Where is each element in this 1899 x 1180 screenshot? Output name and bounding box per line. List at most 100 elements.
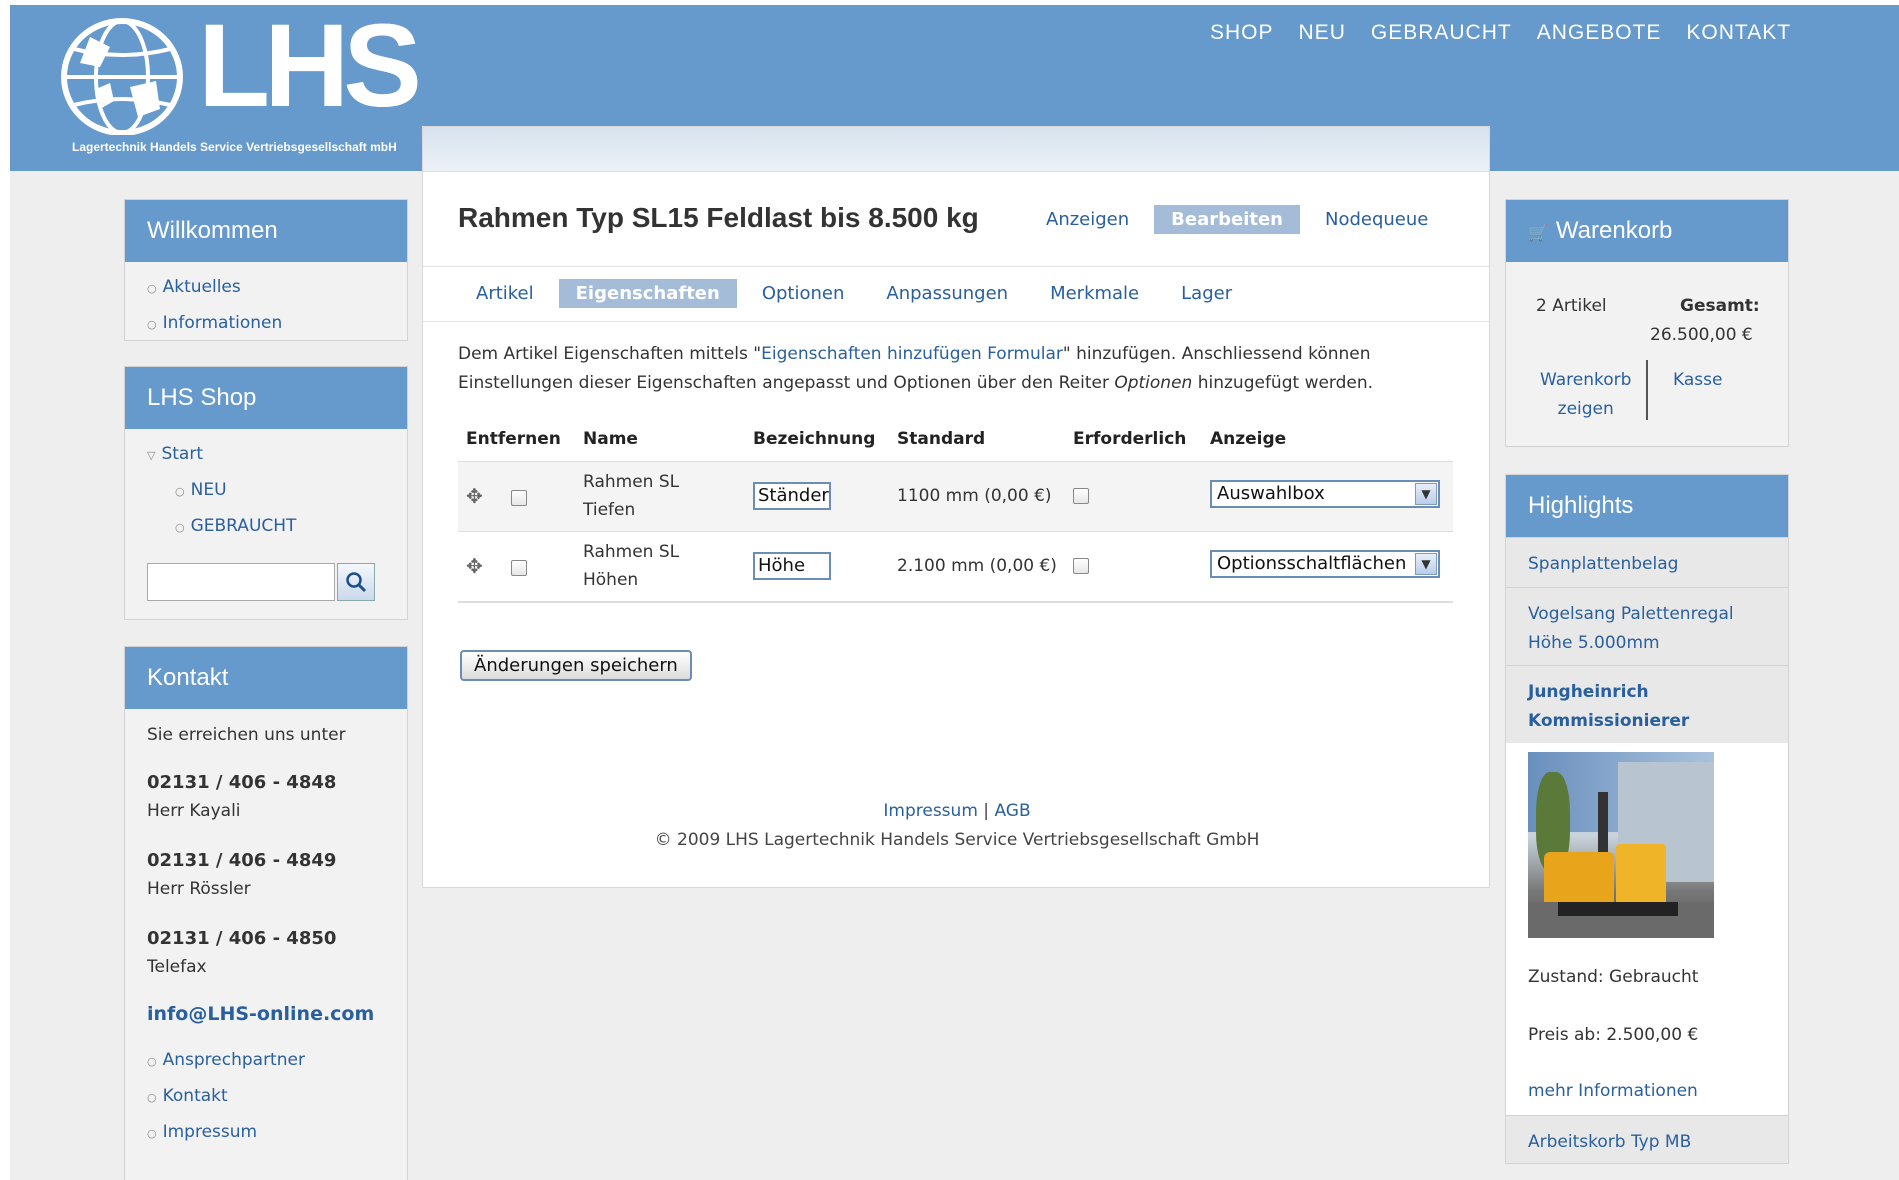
site-logo[interactable]: LHS Lagertechnik Handels Service Vertrie… <box>50 7 422 165</box>
link-impressum[interactable]: Impressum <box>163 1122 258 1142</box>
tab-anzeigen[interactable]: Anzeigen <box>1029 205 1146 234</box>
contact-block: Kontakt Sie erreichen uns unter 02131 / … <box>124 646 408 1180</box>
description-text: Dem Artikel Eigenschaften mittels "Eigen… <box>458 344 1374 393</box>
link-gebraucht[interactable]: GEBRAUCHT <box>191 516 297 536</box>
show-cart-link[interactable]: Warenkorb zeigen <box>1540 366 1631 424</box>
highlight-featured-link[interactable]: Jungheinrich Kommissionierer <box>1528 682 1689 731</box>
product-condition: Zustand: Gebraucht <box>1528 967 1699 987</box>
remove-checkbox[interactable] <box>510 560 527 576</box>
menu-item-start: ▽ Start <box>125 437 407 473</box>
label-input[interactable]: Ständer <box>753 482 831 510</box>
footer-copyright: © 2009 LHS Lagertechnik Handels Service … <box>654 830 1260 850</box>
subtab-merkmale[interactable]: Merkmale <box>1033 279 1156 308</box>
link-informationen[interactable]: Informationen <box>163 313 283 333</box>
col-name: Name <box>583 428 638 449</box>
contact-email-link[interactable]: info@LHS-online.com <box>147 1003 385 1025</box>
highlight-item: Arbeitskorb Typ MB <box>1506 1115 1788 1165</box>
cart-item-count: 2 Artikel <box>1536 296 1607 316</box>
tab-bearbeiten[interactable]: Bearbeiten <box>1154 205 1300 234</box>
col-bezeichnung: Bezeichnung <box>753 428 876 449</box>
table-header-row: Entfernen Name Bezeichnung Standard Erfo… <box>458 417 1453 461</box>
cart-divider <box>1646 360 1648 420</box>
highlights-block: Highlights Spanplattenbelag Vogelsang Pa… <box>1505 474 1789 1164</box>
footer-links: Impressum | AGB <box>883 801 1031 821</box>
footer-agb-link[interactable]: AGB <box>994 801 1030 821</box>
drag-handle-icon[interactable]: ✥ <box>466 484 483 508</box>
attribute-name: Rahmen SL <box>583 472 680 492</box>
link-ansprechpartner[interactable]: Ansprechpartner <box>163 1050 305 1070</box>
menu-item-ansprechpartner: ○ Ansprechpartner <box>147 1050 305 1070</box>
link-aktuelles[interactable]: Aktuelles <box>163 277 241 297</box>
contact-phone: 02131 / 406 - 4850 <box>147 928 337 949</box>
tab-nodequeue[interactable]: Nodequeue <box>1308 205 1445 234</box>
required-checkbox[interactable] <box>1073 488 1089 504</box>
main-content: Rahmen Typ SL15 Feldlast bis 8.500 kg An… <box>422 126 1490 888</box>
secondary-tabs-row: Artikel Eigenschaften Optionen Anpassung… <box>423 267 1489 322</box>
welcome-block: Willkommen ○ Aktuelles ○ Informationen <box>124 199 408 341</box>
link-kontakt[interactable]: Kontakt <box>163 1086 228 1106</box>
content-top-band <box>423 127 1489 172</box>
subtab-lager[interactable]: Lager <box>1164 279 1249 308</box>
nav-angebote[interactable]: ANGEBOTE <box>1537 21 1662 45</box>
link-start[interactable]: Start <box>161 444 203 464</box>
highlights-title: Highlights <box>1506 475 1788 537</box>
contact-name: Herr Rössler <box>147 879 251 899</box>
col-erforderlich: Erforderlich <box>1073 428 1187 449</box>
primary-tabs: Anzeigen Bearbeiten Nodequeue <box>1029 205 1453 234</box>
cart-block: 🛒 Warenkorb 2 Artikel Gesamt: 26.500,00 €… <box>1505 199 1789 447</box>
highlight-link[interactable]: Spanplattenbelag <box>1528 554 1678 574</box>
shop-title: LHS Shop <box>125 367 407 429</box>
shop-block: LHS Shop ▽ Start ○ NEU ○ GEBRAUCHT <box>124 366 408 620</box>
search-input[interactable] <box>147 563 335 601</box>
table-row: ✥ Rahmen SL Höhen Höhe 2.100 mm (0,00 €) … <box>458 530 1453 601</box>
default-value: 1100 mm (0,00 €) <box>889 460 1065 531</box>
add-attributes-form-link[interactable]: Eigenschaften hinzufügen Formular <box>761 344 1063 364</box>
footer-impressum-link[interactable]: Impressum <box>883 801 978 821</box>
subtab-optionen[interactable]: Optionen <box>745 279 862 308</box>
cart-total-label: Gesamt: <box>1680 296 1760 316</box>
subtab-eigenschaften[interactable]: Eigenschaften <box>558 279 737 308</box>
subtab-artikel[interactable]: Artikel <box>459 279 551 308</box>
dropdown-arrow-icon: ▼ <box>1415 482 1437 505</box>
more-info-link[interactable]: mehr Informationen <box>1506 1048 1788 1104</box>
label-input[interactable]: Höhe <box>753 552 831 580</box>
welcome-title: Willkommen <box>125 200 407 262</box>
subtab-anpassungen[interactable]: Anpassungen <box>869 279 1025 308</box>
triangle-down-icon: ▽ <box>147 449 156 462</box>
link-neu[interactable]: NEU <box>191 480 227 500</box>
remove-checkbox[interactable] <box>510 490 527 506</box>
menu-item-gebraucht: ○ GEBRAUCHT <box>175 516 297 536</box>
highlight-item: Vogelsang Palettenregal Höhe 5.000mm <box>1506 587 1788 665</box>
globe-icon <box>61 18 183 135</box>
nav-shop[interactable]: SHOP <box>1210 21 1274 45</box>
drag-handle-icon[interactable]: ✥ <box>466 554 483 578</box>
forklift-image[interactable] <box>1528 752 1714 938</box>
dropdown-arrow-icon: ▼ <box>1415 552 1437 575</box>
save-changes-button[interactable]: Änderungen speichern <box>460 650 692 681</box>
attributes-table: Entfernen Name Bezeichnung Standard Erfo… <box>458 417 1453 603</box>
highlight-featured-body: Zustand: Gebraucht Preis ab: 2.500,00 € … <box>1506 743 1788 1115</box>
default-value: 2.100 mm (0,00 €) <box>889 530 1065 601</box>
contact-title: Kontakt <box>125 647 407 709</box>
col-entfernen: Entfernen <box>466 428 561 449</box>
menu-item-impressum: ○ Impressum <box>147 1122 258 1142</box>
nav-kontakt[interactable]: KONTAKT <box>1686 21 1791 45</box>
display-select[interactable]: Auswahlbox ▼ <box>1210 479 1440 508</box>
menu-item-kontakt: ○ Kontakt <box>147 1086 228 1106</box>
secondary-tabs: Artikel Eigenschaften Optionen Anpassung… <box>459 279 1257 308</box>
contact-intro: Sie erreichen uns unter <box>147 725 346 745</box>
logo-wordmark: LHS <box>198 0 422 132</box>
nav-gebraucht[interactable]: GEBRAUCHT <box>1371 21 1512 45</box>
nav-neu[interactable]: NEU <box>1299 21 1346 45</box>
display-select[interactable]: Optionsschaltflächen ▼ <box>1210 549 1440 578</box>
contact-phone: 02131 / 406 - 4848 <box>147 772 337 793</box>
highlight-item: Spanplattenbelag <box>1506 537 1788 587</box>
checkout-link[interactable]: Kasse <box>1673 366 1722 395</box>
highlight-link[interactable]: Arbeitskorb Typ MB <box>1528 1132 1691 1152</box>
required-checkbox[interactable] <box>1073 558 1089 574</box>
page-title: Rahmen Typ SL15 Feldlast bis 8.500 kg <box>458 202 979 233</box>
highlight-link[interactable]: Vogelsang Palettenregal Höhe 5.000mm <box>1528 604 1734 653</box>
cart-total-value: 26.500,00 € <box>1650 325 1753 345</box>
search-button[interactable] <box>337 563 375 601</box>
product-price: Preis ab: 2.500,00 € <box>1528 1025 1699 1045</box>
